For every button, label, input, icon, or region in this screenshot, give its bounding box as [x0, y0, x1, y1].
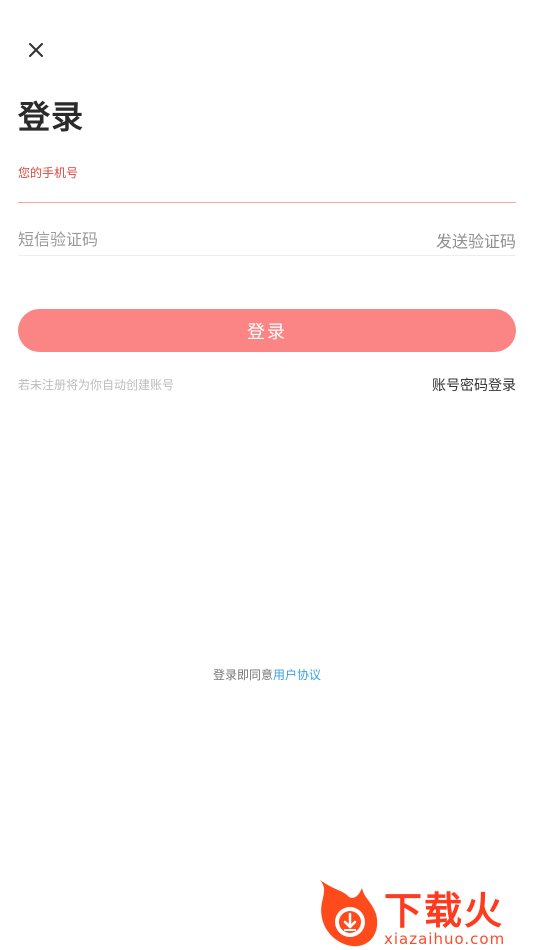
flame-icon [320, 880, 378, 947]
send-code-button[interactable]: 发送验证码 [436, 228, 516, 252]
watermark-domain: xiazaihuo.com [384, 930, 506, 948]
phone-label: 您的手机号 [18, 166, 79, 180]
sms-code-field: 发送验证码 [18, 222, 516, 256]
close-button[interactable] [24, 38, 48, 62]
agreement-text: 登录即同意用户协议 [0, 666, 534, 683]
auto-create-hint: 若未注册将为你自动创建账号 [18, 378, 175, 392]
agreement-prefix: 登录即同意 [212, 668, 273, 682]
user-agreement-link[interactable]: 用户协议 [273, 668, 321, 682]
login-button[interactable]: 登录 [18, 309, 516, 352]
watermark-brand: 下载火 [384, 889, 505, 933]
sms-code-input[interactable] [18, 230, 398, 252]
watermark-logo: 下载火 xiazaihuo.com [312, 876, 534, 950]
close-icon [29, 43, 43, 57]
phone-input[interactable] [18, 180, 516, 200]
page-title: 登录 [18, 98, 85, 136]
password-login-link[interactable]: 账号密码登录 [432, 375, 516, 395]
phone-field[interactable]: 您的手机号 [18, 160, 516, 203]
